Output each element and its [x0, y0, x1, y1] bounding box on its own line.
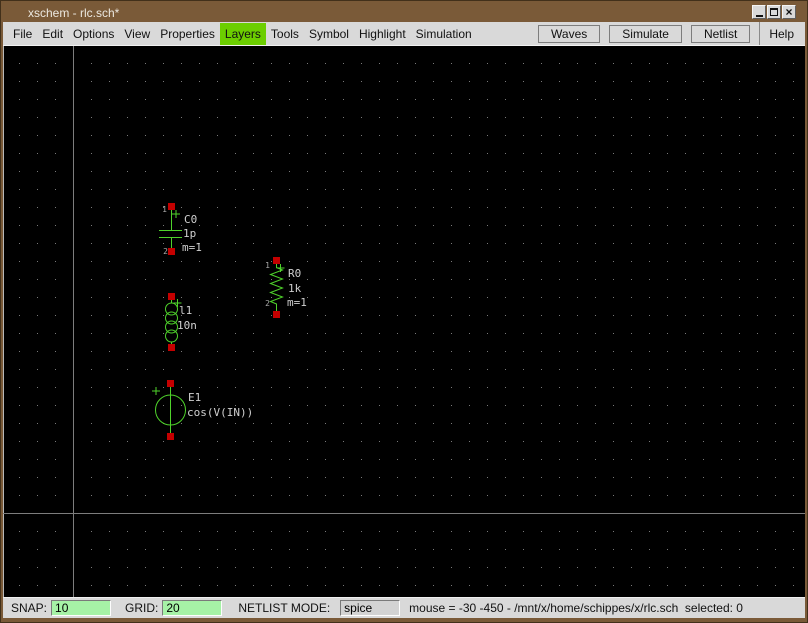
component-name-label: l1 — [179, 304, 192, 317]
component-inductor-l1[interactable]: l1 10n — [166, 293, 197, 351]
netlist-button[interactable]: Netlist — [691, 25, 750, 43]
menu-properties[interactable]: Properties — [155, 23, 220, 45]
minimize-icon — [756, 15, 763, 17]
pin-terminal[interactable] — [167, 380, 174, 387]
window-title: xschem - rlc.sch* — [28, 6, 119, 20]
menubar: File Edit Options View Properties Layers… — [3, 22, 805, 46]
component-name-label: R0 — [288, 267, 301, 280]
minimize-button[interactable] — [752, 5, 766, 19]
maximize-button[interactable] — [767, 5, 781, 19]
pin-number: 2 — [163, 247, 168, 256]
plus-polarity-icon — [152, 387, 160, 395]
netlist-mode-label: NETLIST MODE: — [238, 601, 330, 615]
close-icon: × — [785, 7, 792, 17]
component-resistor-r0[interactable]: 1 2 R0 1k m=1 — [265, 257, 307, 318]
component-capacitor-c0[interactable]: 1 2 C0 1p m=1 — [159, 203, 202, 256]
menu-tools[interactable]: Tools — [266, 23, 304, 45]
menu-simulation[interactable]: Simulation — [411, 23, 477, 45]
pin-number: 1 — [265, 261, 270, 270]
snap-label: SNAP: — [11, 601, 47, 615]
component-value-label: 10n — [177, 319, 197, 332]
pin-terminal[interactable] — [168, 293, 175, 300]
titlebar[interactable]: xschem - rlc.sch* × — [3, 3, 805, 22]
menu-help[interactable]: Help — [760, 23, 803, 45]
component-value-label: 1k — [288, 282, 302, 295]
pin-terminal[interactable] — [167, 433, 174, 440]
mouse-coordinates-status: mouse = -30 -450 - /mnt/x/home/schippes/… — [409, 601, 743, 615]
menu-highlight[interactable]: Highlight — [354, 23, 411, 45]
component-name-label: E1 — [188, 391, 201, 404]
inductor-coil — [166, 330, 178, 342]
capacitor-symbol — [159, 210, 182, 248]
snap-input[interactable] — [51, 600, 111, 616]
component-value-label: 1p — [183, 227, 196, 240]
netlist-mode-input[interactable] — [340, 600, 400, 616]
menu-file[interactable]: File — [8, 23, 37, 45]
waves-button[interactable]: Waves — [538, 25, 600, 43]
menu-symbol[interactable]: Symbol — [304, 23, 354, 45]
plus-polarity-icon — [172, 210, 180, 218]
grid-label: GRID: — [125, 601, 158, 615]
schematic-drawing: 1 2 C0 1p m=1 l1 10n — [3, 46, 805, 597]
component-mult-label: m=1 — [287, 296, 307, 309]
menu-view[interactable]: View — [119, 23, 155, 45]
component-mult-label: m=1 — [182, 241, 202, 254]
schematic-canvas[interactable]: 1 2 C0 1p m=1 l1 10n — [3, 46, 805, 597]
pin-number: 1 — [162, 205, 167, 214]
grid-input[interactable] — [162, 600, 222, 616]
statusbar: SNAP: GRID: NETLIST MODE: mouse = -30 -4… — [3, 597, 805, 618]
component-value-label: cos(V(IN)) — [187, 406, 253, 419]
pin-terminal[interactable] — [168, 344, 175, 351]
component-source-e1[interactable]: E1 cos(V(IN)) — [152, 380, 253, 440]
pin-number: 2 — [265, 299, 270, 308]
pin-terminal[interactable] — [168, 203, 175, 210]
close-button[interactable]: × — [782, 5, 796, 19]
maximize-icon — [770, 8, 778, 16]
pin-terminal[interactable] — [168, 248, 175, 255]
menu-layers[interactable]: Layers — [220, 23, 266, 45]
component-name-label: C0 — [184, 213, 197, 226]
simulate-button[interactable]: Simulate — [609, 25, 682, 43]
xschem-window: xschem - rlc.sch* × File Edit Options Vi… — [0, 0, 808, 623]
menu-edit[interactable]: Edit — [37, 23, 68, 45]
pin-terminal[interactable] — [273, 257, 280, 264]
window-controls: × — [752, 5, 796, 19]
menu-options[interactable]: Options — [68, 23, 119, 45]
plus-polarity-icon — [277, 264, 285, 272]
pin-terminal[interactable] — [273, 311, 280, 318]
